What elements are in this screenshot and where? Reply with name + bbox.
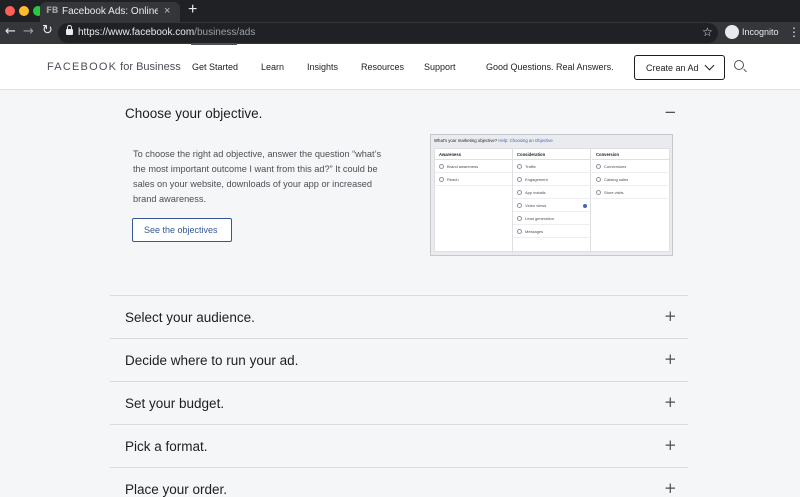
new-tab-button[interactable]: + <box>188 1 197 19</box>
site-header: FACEBOOK for Business Get Started Learn … <box>0 44 800 90</box>
nav-resources[interactable]: Resources <box>361 62 404 72</box>
preview-column-awareness: Awareness Brand awareness Reach <box>435 149 513 253</box>
facebook-for-business-logo[interactable]: FACEBOOK for Business <box>47 61 181 73</box>
preview-column-conversion: Conversion Conversions Catalog sales Sto… <box>592 149 670 253</box>
collapse-icon[interactable]: − <box>664 103 677 121</box>
preview-question: What's your marketing objective? Help: C… <box>434 138 553 143</box>
reload-icon[interactable]: ↻ <box>42 23 53 38</box>
expand-plus-icon[interactable]: + <box>664 479 677 497</box>
preview-item: Reach <box>435 173 512 186</box>
preview-item: Conversions <box>592 160 670 173</box>
nav-learn[interactable]: Learn <box>261 62 284 72</box>
tab-close-icon[interactable]: × <box>164 5 170 17</box>
active-nav-indicator <box>191 43 237 45</box>
preview-column-heading: Consideration <box>517 152 546 157</box>
close-window-button[interactable] <box>5 6 15 16</box>
chevron-down-icon <box>704 60 715 71</box>
expand-plus-icon[interactable]: + <box>664 350 677 368</box>
objective-icon <box>517 177 522 182</box>
objective-icon <box>517 190 522 195</box>
minimize-window-button[interactable] <box>19 6 29 16</box>
preview-objective-table: Awareness Brand awareness Reach Consider… <box>434 148 670 253</box>
expand-plus-icon[interactable]: + <box>664 307 677 325</box>
accordion-title: Decide where to run your ad. <box>125 353 299 368</box>
bookmark-star-icon[interactable]: ☆ <box>702 25 713 39</box>
objective-icon <box>596 190 601 195</box>
objective-icon <box>517 203 522 208</box>
accordion-title: Select your audience. <box>125 310 255 325</box>
see-the-objectives-button[interactable]: See the objectives <box>132 218 232 242</box>
preview-item: Engagement <box>513 173 590 186</box>
objective-preview-image: What's your marketing objective? Help: C… <box>430 134 673 256</box>
preview-item: Brand awareness <box>435 160 512 173</box>
expand-plus-icon[interactable]: + <box>664 393 677 411</box>
tab-title: Facebook Ads: Online Advertising <box>62 6 158 17</box>
preview-item: Video views <box>513 199 590 212</box>
incognito-icon[interactable] <box>725 25 739 39</box>
accordion-title: Pick a format. <box>125 439 208 454</box>
expand-plus-icon[interactable]: + <box>664 436 677 454</box>
preview-column-heading: Awareness <box>439 152 462 157</box>
preview-column-consideration: Consideration Traffic Engagement App ins… <box>513 149 591 253</box>
objective-icon <box>517 216 522 221</box>
nav-insights[interactable]: Insights <box>307 62 338 72</box>
facebook-favicon-icon: FB <box>46 6 59 16</box>
objective-icon <box>439 177 444 182</box>
back-icon[interactable]: ← <box>5 24 16 39</box>
browser-tab-bar: FB Facebook Ads: Online Advertising × + <box>0 0 800 22</box>
objective-icon <box>596 177 601 182</box>
preview-item: Catalog sales <box>592 173 670 186</box>
forward-icon[interactable]: → <box>23 24 34 39</box>
create-an-ad-label: Create an Ad <box>646 63 699 73</box>
see-the-objectives-label: See the objectives <box>144 225 218 235</box>
selected-dot-icon <box>583 204 587 208</box>
browser-tab[interactable]: FB Facebook Ads: Online Advertising × <box>40 2 180 22</box>
address-bar[interactable]: https://www.facebook.com/business/ads ☆ <box>58 23 718 43</box>
preview-item: Traffic <box>513 160 590 173</box>
browser-toolbar: ← → ↻ https://www.facebook.com/business/… <box>0 22 800 44</box>
objective-icon <box>596 164 601 169</box>
nav-support[interactable]: Support <box>424 62 456 72</box>
preview-column-heading: Conversion <box>596 152 620 157</box>
nav-good-questions[interactable]: Good Questions. Real Answers. <box>486 62 614 72</box>
lock-icon[interactable] <box>66 25 73 35</box>
objective-icon <box>517 229 522 234</box>
accordion-title: Place your order. <box>125 482 228 497</box>
create-an-ad-button[interactable]: Create an Ad <box>634 55 725 80</box>
nav-get-started[interactable]: Get Started <box>192 62 238 72</box>
preview-item: Store visits <box>592 186 670 199</box>
accordion-title: Set your budget. <box>125 396 225 411</box>
incognito-label[interactable]: Incognito <box>742 27 779 37</box>
objective-description: To choose the right ad objective, answer… <box>133 149 382 204</box>
search-icon[interactable] <box>734 60 744 70</box>
accordion-title-choose-objective: Choose your objective. <box>125 106 263 121</box>
browser-menu-icon[interactable]: ⋮ <box>788 25 800 39</box>
objective-icon <box>439 164 444 169</box>
preview-item: Messages <box>513 225 590 238</box>
preview-item: App installs <box>513 186 590 199</box>
url-text[interactable]: https://www.facebook.com/business/ads <box>78 27 255 38</box>
objective-icon <box>517 164 522 169</box>
preview-item: Lead generation <box>513 212 590 225</box>
